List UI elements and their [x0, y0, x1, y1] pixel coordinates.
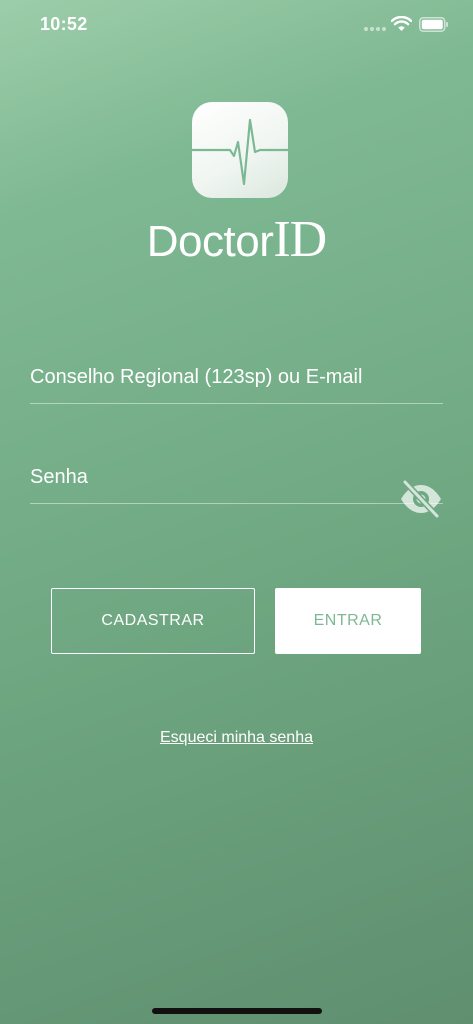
home-indicator[interactable] [152, 1008, 322, 1014]
password-field [30, 460, 443, 504]
brand-title: DoctorID [0, 210, 473, 269]
battery-icon [419, 17, 448, 32]
email-field [30, 360, 443, 404]
password-input[interactable] [30, 460, 390, 494]
register-button[interactable]: CADASTRAR [51, 588, 255, 654]
brand-doctor-text: Doctor [146, 217, 274, 266]
wifi-icon [391, 16, 412, 31]
email-input[interactable] [30, 360, 390, 394]
forgot-password-container: Esqueci minha senha [0, 729, 473, 747]
cellular-signal-icon [364, 27, 386, 31]
login-button[interactable]: ENTRAR [275, 588, 421, 654]
brand-id-text: ID [273, 211, 327, 268]
forgot-password-link[interactable]: Esqueci minha senha [160, 729, 313, 746]
status-time: 10:52 [40, 14, 88, 34]
app-logo [192, 102, 288, 198]
status-bar: 10:52 [0, 0, 473, 50]
heartbeat-icon [192, 118, 288, 186]
eye-off-icon[interactable] [399, 480, 443, 518]
